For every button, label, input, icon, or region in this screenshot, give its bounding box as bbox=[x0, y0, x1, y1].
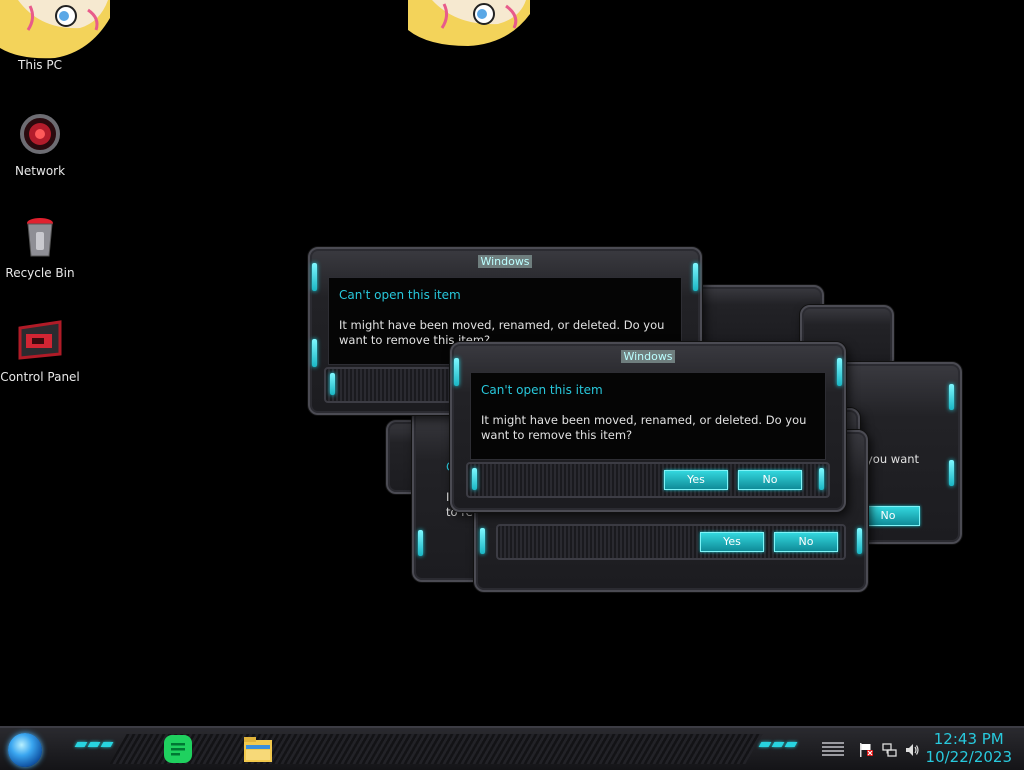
led-strip bbox=[819, 468, 824, 490]
led-strip bbox=[480, 528, 485, 554]
led-strip bbox=[949, 384, 954, 410]
taskbar-led-right bbox=[758, 742, 798, 747]
dialog-title: Windows bbox=[478, 255, 532, 268]
led-strip bbox=[312, 339, 317, 367]
no-button[interactable]: No bbox=[738, 470, 802, 490]
led-strip bbox=[330, 373, 335, 395]
wallpaper-character-left bbox=[0, 0, 110, 59]
dialog-heading: Can't open this item bbox=[339, 288, 461, 302]
taskbar-led-left bbox=[74, 742, 114, 747]
volume-icon[interactable] bbox=[904, 742, 920, 758]
led-strip bbox=[837, 358, 842, 386]
control-panel-icon bbox=[18, 320, 62, 360]
dialog-title: Windows bbox=[621, 350, 675, 363]
wallpaper-character-center bbox=[408, 0, 530, 46]
dialog-partial-text-right: you want bbox=[866, 452, 920, 466]
notes-app-icon[interactable] bbox=[162, 734, 194, 764]
recycle-bin-icon bbox=[27, 218, 53, 257]
clock-time: 12:43 PM bbox=[933, 730, 1004, 748]
led-strip bbox=[693, 263, 698, 291]
taskbar: 12:43 PM 10/22/2023 bbox=[0, 726, 1024, 770]
led-strip bbox=[472, 468, 477, 490]
taskbar-groove bbox=[109, 734, 763, 764]
yes-button[interactable]: Yes bbox=[664, 470, 728, 490]
desktop-icon-label: Network bbox=[14, 164, 66, 178]
desktop-icon-label: This PC bbox=[18, 58, 62, 72]
file-explorer-icon[interactable] bbox=[242, 734, 274, 764]
desktop-icon-control-panel[interactable]: Control Panel bbox=[0, 318, 80, 384]
dialog-active[interactable]: Windows Can't open this item It might ha… bbox=[450, 342, 846, 512]
led-strip bbox=[949, 460, 954, 486]
dialog-heading: Can't open this item bbox=[481, 383, 603, 397]
led-strip bbox=[857, 528, 862, 554]
desktop-icon-recycle-bin[interactable]: Recycle Bin bbox=[0, 214, 80, 280]
dialog-message: It might have been moved, renamed, or de… bbox=[481, 413, 807, 442]
desktop-icon-label: Control Panel bbox=[0, 370, 80, 384]
clock-date: 10/22/2023 bbox=[925, 748, 1012, 766]
desktop-icon-label: Recycle Bin bbox=[5, 266, 75, 280]
led-strip bbox=[454, 358, 459, 386]
flag-icon[interactable] bbox=[858, 742, 874, 758]
clock[interactable]: 12:43 PM 10/22/2023 bbox=[926, 730, 1012, 766]
led-strip bbox=[418, 530, 423, 556]
no-button[interactable]: No bbox=[774, 532, 838, 552]
network-icon[interactable] bbox=[881, 742, 897, 758]
dialog-footer: Yes No bbox=[466, 462, 830, 498]
network-icon bbox=[20, 114, 60, 154]
yes-button[interactable]: Yes bbox=[700, 532, 764, 552]
start-button[interactable] bbox=[8, 733, 42, 767]
desktop-icon-network[interactable]: Network bbox=[0, 112, 80, 178]
dialog-content: Can't open this item It might have been … bbox=[470, 372, 826, 460]
show-hidden-icons[interactable] bbox=[822, 742, 844, 756]
desktop: This PC Network Recycle Bin Control Pane… bbox=[0, 0, 1024, 768]
desktop-icon-this-pc[interactable]: This PC bbox=[0, 58, 80, 72]
dialog-footer: Yes No bbox=[496, 524, 846, 560]
led-strip bbox=[312, 263, 317, 291]
